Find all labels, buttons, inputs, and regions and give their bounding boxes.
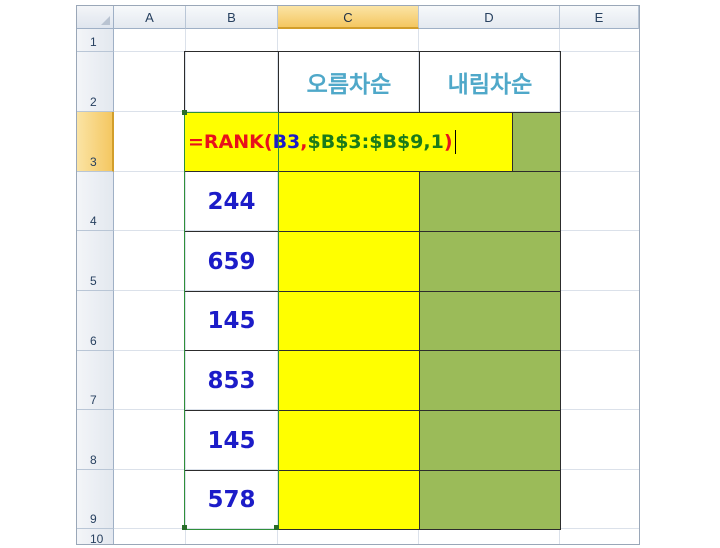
select-all-triangle-icon [101, 16, 110, 25]
cell-d7[interactable] [419, 350, 561, 411]
row-header-4[interactable]: 4 [77, 172, 114, 231]
formula-close-paren: ) [443, 131, 453, 153]
cell-b4[interactable]: 244 [184, 171, 279, 232]
value-b9: 578 [207, 487, 256, 513]
cell-b8[interactable]: 145 [184, 410, 279, 471]
row-header-7[interactable]: 7 [77, 351, 114, 410]
column-header-d[interactable]: D [419, 6, 560, 29]
row-number: 3 [90, 155, 97, 169]
cell-b5[interactable]: 659 [184, 231, 279, 292]
value-b4: 244 [207, 188, 256, 215]
cell-b9[interactable]: 578 [184, 470, 279, 530]
value-b7: 853 [207, 367, 256, 394]
value-b5: 659 [207, 248, 256, 275]
formula-comma: , [300, 131, 308, 153]
row-header-5[interactable]: 5 [77, 231, 114, 291]
cell-b7[interactable]: 853 [184, 350, 279, 411]
row-header-1[interactable]: 1 [77, 29, 114, 52]
cell-b6[interactable]: 145 [184, 291, 279, 351]
cell-c2[interactable]: 오름차순 [278, 51, 420, 113]
cell-d2[interactable]: 내림차순 [419, 51, 561, 113]
row-number: 5 [90, 274, 97, 288]
cell-c6[interactable] [278, 291, 420, 351]
formula-ref-b3: B3 [272, 131, 301, 153]
value-b6: 145 [207, 308, 256, 334]
cell-c4[interactable] [278, 171, 420, 232]
row-number: 6 [90, 334, 97, 348]
cell-d8[interactable] [419, 410, 561, 471]
row-number: 1 [90, 35, 97, 49]
formula-edit-cell[interactable]: =RANK(B3, $B$3:$B$9,1) [184, 112, 513, 172]
spreadsheet-grid[interactable]: A B C D E 1 2 3 4 5 6 7 8 9 10 오름차순 내림차순… [76, 5, 640, 545]
formula-function: =RANK( [188, 131, 273, 153]
range-corner-handle[interactable] [274, 525, 279, 530]
column-header-a[interactable]: A [114, 6, 186, 29]
column-header-b[interactable]: B [186, 6, 278, 29]
row-number: 2 [90, 95, 97, 109]
column-header-c[interactable]: C [278, 6, 419, 29]
row-number: 10 [90, 532, 104, 545]
cell-d5[interactable] [419, 231, 561, 292]
row-header-6[interactable]: 6 [77, 291, 114, 351]
row-number: 7 [90, 393, 97, 407]
column-header-e[interactable]: E [560, 6, 639, 29]
cell-c5[interactable] [278, 231, 420, 292]
row-header-3[interactable]: 3 [77, 112, 114, 172]
cell-c7[interactable] [278, 350, 420, 411]
row-number: 8 [90, 453, 97, 467]
cell-d6[interactable] [419, 291, 561, 351]
value-b8: 145 [207, 427, 256, 454]
range-corner-handle[interactable] [182, 110, 187, 115]
select-all-corner[interactable] [77, 6, 114, 29]
row-number: 9 [90, 512, 97, 526]
cell-b2[interactable] [184, 51, 279, 113]
range-corner-handle[interactable] [182, 525, 187, 530]
formula-ref-range: $B$3:$B$9,1 [307, 131, 444, 153]
cell-d4[interactable] [419, 171, 561, 232]
header-ascending: 오름차순 [306, 72, 392, 98]
cell-d9[interactable] [419, 470, 561, 530]
row-header-9[interactable]: 9 [77, 470, 114, 529]
row-number: 4 [90, 214, 97, 228]
row-header-2[interactable]: 2 [77, 52, 114, 112]
text-cursor [454, 130, 456, 154]
cell-c8[interactable] [278, 410, 420, 471]
row-header-8[interactable]: 8 [77, 410, 114, 470]
cell-c9[interactable] [278, 470, 420, 530]
header-descending: 내림차순 [447, 72, 533, 98]
row-header-10[interactable]: 10 [77, 529, 114, 545]
